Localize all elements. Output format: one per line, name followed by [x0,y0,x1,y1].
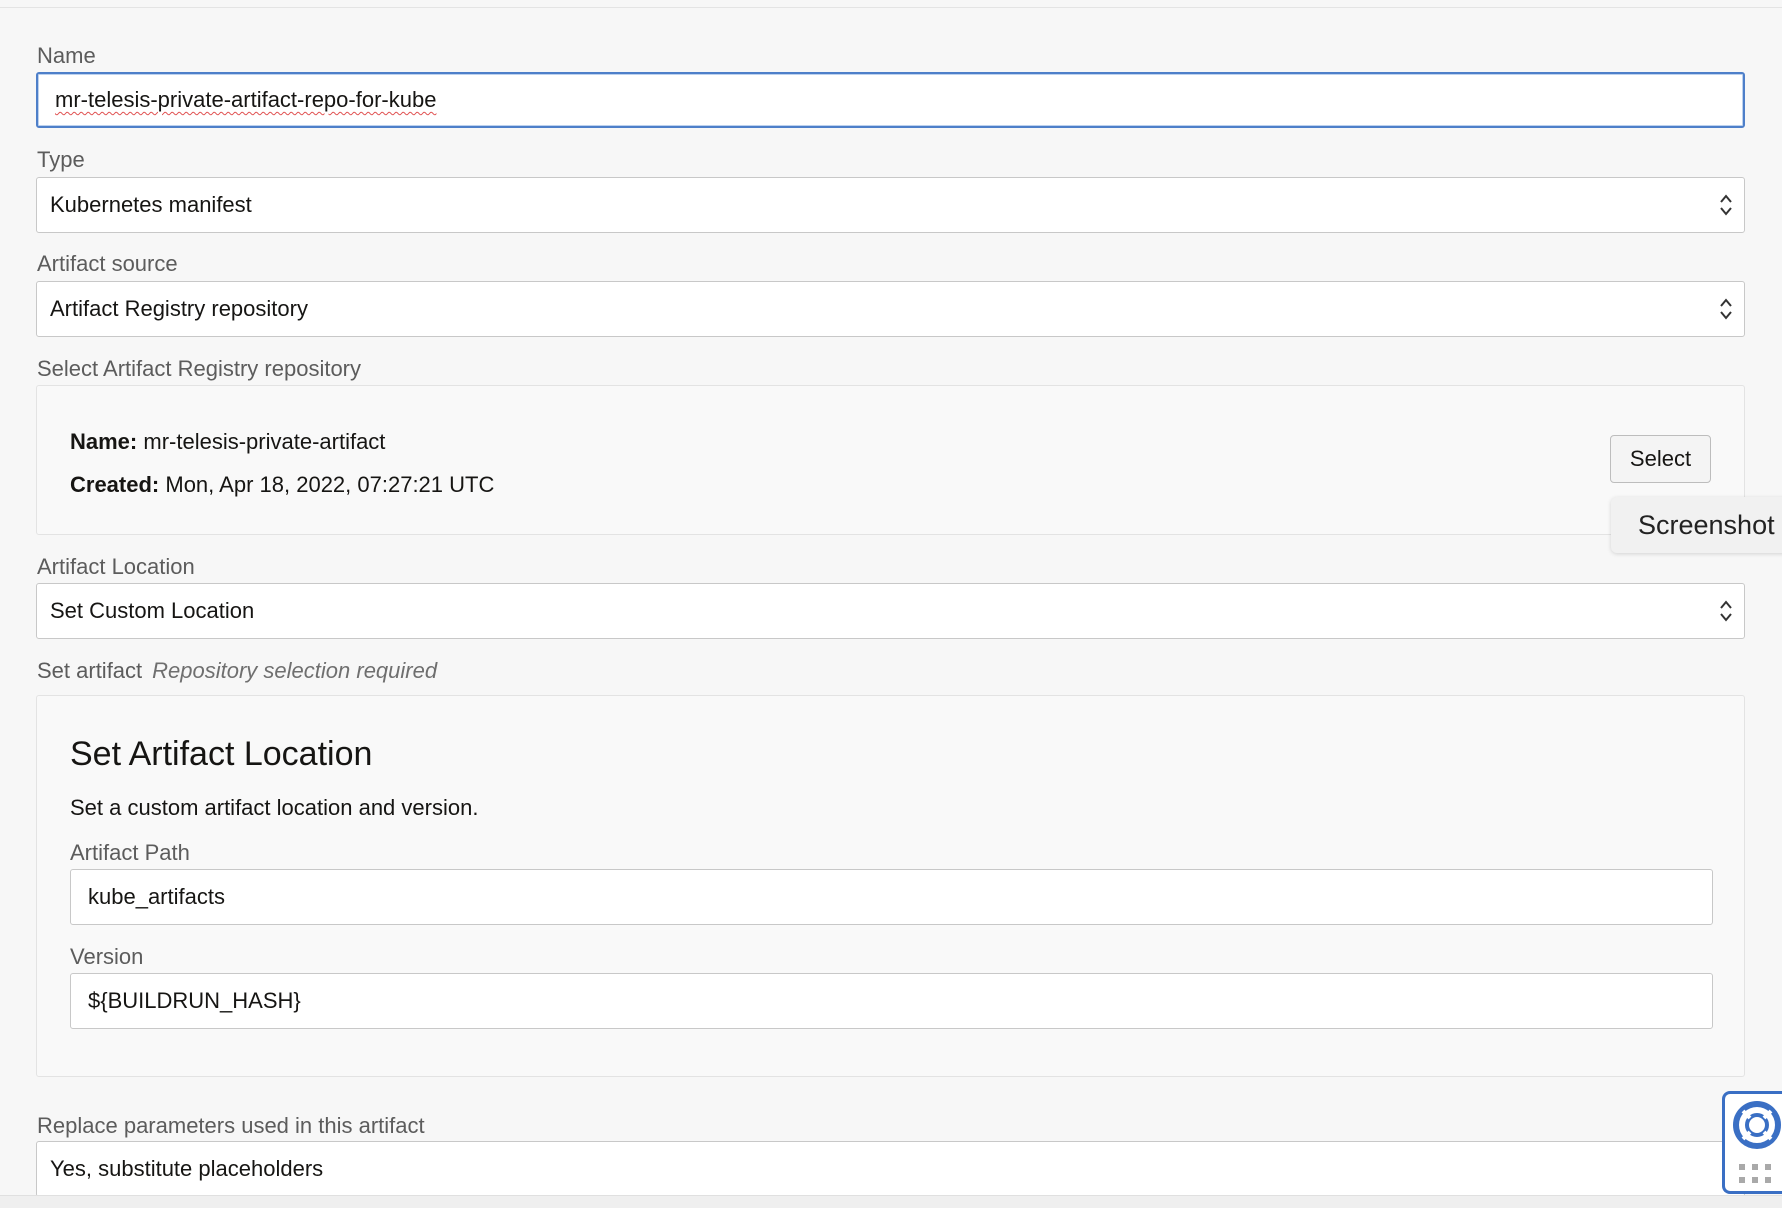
version-label: Version [70,944,144,969]
set-artifact-label-text: Set artifact [37,658,143,683]
artifact-location-value: Set Custom Location [50,598,255,623]
help-widget[interactable] [1722,1091,1782,1194]
artifact-path-label: Artifact Path [70,840,190,865]
type-select-value: Kubernetes manifest [50,192,252,217]
bottom-bar [0,1195,1782,1208]
version-value: ${BUILDRUN_HASH} [88,988,301,1013]
panel-description: Set a custom artifact location and versi… [70,795,479,820]
select-repository-label: Select Artifact Registry repository [37,356,362,381]
name-input[interactable]: mr-telesis-private-artifact-repo-for-kub… [36,72,1745,128]
artifact-path-input[interactable]: kube_artifacts [70,869,1713,925]
artifact-location-select[interactable]: Set Custom Location [36,583,1745,639]
repository-name-key: Name: [70,429,138,454]
replace-parameters-select[interactable]: Yes, substitute placeholders [36,1141,1745,1197]
grid-dots-icon[interactable] [1738,1162,1778,1188]
lifebuoy-icon[interactable] [1732,1100,1782,1150]
set-artifact-label: Set artifact Repository selection require… [37,658,437,684]
type-label: Type [37,147,85,172]
chevron-up-down-icon [1720,194,1732,216]
version-input[interactable]: ${BUILDRUN_HASH} [70,973,1713,1029]
replace-parameters-value: Yes, substitute placeholders [50,1156,324,1181]
set-artifact-hint: Repository selection required [152,658,438,683]
type-select[interactable]: Kubernetes manifest [36,177,1745,233]
artifact-source-label: Artifact source [37,251,178,276]
top-divider [0,7,1782,8]
artifact-path-value: kube_artifacts [88,884,225,909]
screenshot-tooltip: Screenshot [1611,497,1782,553]
artifact-source-value: Artifact Registry repository [50,296,308,321]
name-input-value: mr-telesis-private-artifact-repo-for-kub… [55,87,437,112]
select-repository-button[interactable]: Select [1610,435,1711,483]
repository-panel: Name: mr-telesis-private-artifact Create… [36,385,1745,535]
repository-name-value: mr-telesis-private-artifact [143,429,386,454]
replace-parameters-label: Replace parameters used in this artifact [37,1113,425,1138]
panel-title: Set Artifact Location [70,735,373,773]
repository-created-key: Created: [70,472,160,497]
chevron-up-down-icon [1720,600,1732,622]
chevron-up-down-icon [1720,298,1732,320]
repository-created-value: Mon, Apr 18, 2022, 07:27:21 UTC [165,472,495,497]
repository-name: Name: mr-telesis-private-artifact [70,429,385,455]
set-artifact-location-panel: Set Artifact Location Set a custom artif… [36,695,1745,1077]
repository-created: Created: Mon, Apr 18, 2022, 07:27:21 UTC [70,472,494,498]
artifact-source-select[interactable]: Artifact Registry repository [36,281,1745,337]
name-label: Name [37,43,96,68]
artifact-location-label: Artifact Location [37,554,195,579]
